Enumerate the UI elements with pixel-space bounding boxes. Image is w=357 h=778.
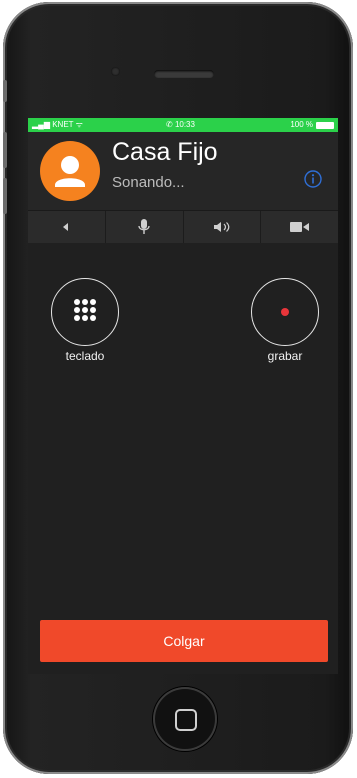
mute-switch [3, 80, 7, 102]
front-camera [111, 67, 120, 76]
call-header: Casa Fijo Sonando... [28, 132, 338, 214]
status-carrier: ▂▄▆ KNET ᯤ [32, 118, 83, 132]
status-battery: 100 % [290, 118, 334, 132]
speaker-button[interactable] [184, 211, 262, 243]
keypad-icon [74, 299, 96, 321]
carrier-label: KNET [52, 120, 74, 129]
home-button[interactable] [153, 687, 217, 751]
microphone-icon [138, 219, 150, 234]
home-square-icon [175, 709, 197, 731]
signal-icon: ▂▄▆ [32, 120, 53, 129]
keypad-label: teclado [65, 349, 105, 363]
volume-up-button [3, 132, 7, 168]
earpiece-speaker [154, 70, 214, 78]
phone-call-icon: ✆ [166, 120, 175, 129]
hangup-button[interactable]: Colgar [40, 620, 328, 662]
record-icon [281, 308, 289, 316]
status-time: ✆ 10:33 [166, 118, 195, 132]
contact-name: Casa Fijo [112, 138, 218, 166]
mute-button[interactable] [106, 211, 184, 243]
volume-down-button [3, 178, 7, 214]
phone-device: ▂▄▆ KNET ᯤ ✆ 10:33 100 % Casa Fijo Sonan… [3, 2, 353, 774]
record-label: grabar [267, 349, 303, 363]
avatar [40, 141, 100, 201]
time-label: 10:33 [174, 120, 195, 129]
video-camera-icon [289, 222, 309, 232]
call-screen: ▂▄▆ KNET ᯤ ✆ 10:33 100 % Casa Fijo Sonan… [28, 118, 338, 674]
record-button[interactable] [251, 278, 319, 346]
user-icon [55, 156, 85, 187]
battery-icon [316, 121, 334, 129]
keypad-button[interactable] [51, 278, 119, 346]
info-icon[interactable] [304, 170, 322, 188]
battery-label: 100 % [290, 120, 313, 129]
video-button[interactable] [261, 211, 338, 243]
keypad-action[interactable]: teclado [50, 278, 120, 363]
wifi-icon: ᯤ [73, 120, 83, 129]
speaker-icon [213, 222, 230, 232]
status-bar: ▂▄▆ KNET ᯤ ✆ 10:33 100 % [28, 118, 338, 132]
call-status: Sonando... [112, 174, 185, 191]
back-arrow-icon [63, 223, 69, 231]
record-action[interactable]: grabar [250, 278, 320, 363]
back-button[interactable] [28, 211, 106, 243]
call-controls [28, 210, 338, 243]
